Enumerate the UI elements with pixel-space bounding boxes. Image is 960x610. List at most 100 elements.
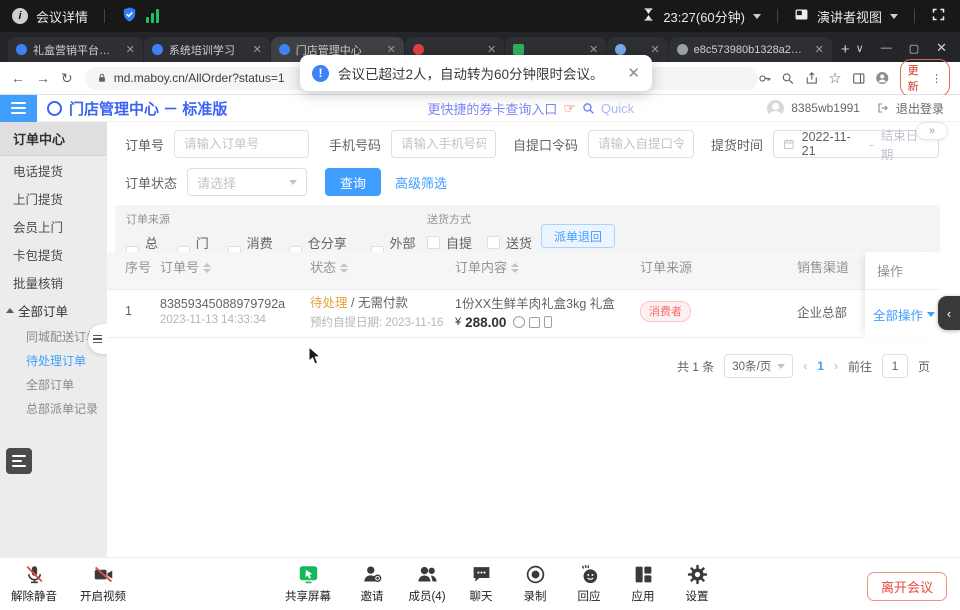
dispatch-return-button[interactable]: 派单退回 xyxy=(541,224,615,248)
sidebar-list-button[interactable] xyxy=(6,448,32,474)
reaction-icon xyxy=(579,564,600,585)
sidebar-item-door-pickup[interactable]: 上门提货 xyxy=(0,184,107,212)
phone-input[interactable] xyxy=(391,130,496,158)
sidebar-group-all-orders[interactable]: 全部订单 xyxy=(0,296,107,324)
window-maximize-icon[interactable]: ▢ xyxy=(909,42,919,55)
cell-content: 1份XX生鲜羊肉礼盒3kg 礼盒 ¥ 288.00 xyxy=(455,293,640,330)
sort-icon[interactable] xyxy=(340,263,348,273)
goto-page-input[interactable] xyxy=(882,354,908,378)
browser-tab-2[interactable]: 系统培训学习 ✕ xyxy=(144,37,270,62)
sidebar-item-card-pickup[interactable]: 卡包提货 xyxy=(0,240,107,268)
fullscreen-icon[interactable] xyxy=(931,7,946,25)
checkbox-delivery[interactable]: 送货 xyxy=(487,233,532,252)
col-status[interactable]: 状态 xyxy=(310,257,455,276)
sidebar-sub-hq-dispatch-log[interactable]: 总部派单记录 xyxy=(0,396,107,420)
col-source: 订单来源 xyxy=(640,257,797,276)
receipt-icon[interactable] xyxy=(513,316,525,328)
tab-close-icon[interactable]: ✕ xyxy=(813,43,824,56)
chevron-down-icon xyxy=(777,364,785,369)
col-channel: 销售渠道 xyxy=(797,257,865,276)
total-count: 共 1 条 xyxy=(677,358,714,375)
quick-search-icon[interactable] xyxy=(582,102,595,115)
page-size-select[interactable]: 30条/页 xyxy=(724,354,793,378)
source-badge: 消费者 xyxy=(640,301,691,322)
col-order-no[interactable]: 订单号 xyxy=(160,257,310,276)
view-mode-caret-icon[interactable] xyxy=(890,14,898,19)
sort-icon[interactable] xyxy=(203,263,211,273)
browser-update-button[interactable]: 更新 ⋮ xyxy=(900,59,950,97)
window-close-icon[interactable]: ✕ xyxy=(936,40,947,56)
date-range-picker[interactable]: 2022-11-21 - 结束日期 xyxy=(773,130,939,158)
tab-search-icon[interactable]: ∨ xyxy=(856,42,864,55)
menu-hamburger-button[interactable] xyxy=(0,95,37,122)
prev-page-icon[interactable]: ‹ xyxy=(803,359,807,373)
tab-favicon xyxy=(413,44,424,55)
forward-icon[interactable]: → xyxy=(36,70,50,86)
sidebar-sub-pending-orders[interactable]: 待处理订单 xyxy=(0,348,107,372)
coupon-query-link[interactable]: 更快捷的券卡查询入口 xyxy=(427,99,557,118)
source-filter-panel: 订单来源 总部 门店 消费者 仓分享合作 外部对接 送货方式 自提 送货 派单退… xyxy=(115,205,940,252)
order-status-select[interactable]: 请选择 xyxy=(187,168,307,196)
package-icon[interactable] xyxy=(529,317,540,328)
logout-icon[interactable] xyxy=(877,102,889,114)
view-mode-label[interactable]: 演讲者视图 xyxy=(817,7,882,26)
key-icon[interactable] xyxy=(758,71,772,86)
kebab-menu-icon[interactable]: ⋮ xyxy=(931,72,942,85)
checkbox-icon[interactable] xyxy=(427,236,440,249)
pickup-code-input[interactable] xyxy=(588,130,694,158)
app-title: 门店管理中心 － 标准版 xyxy=(69,98,227,119)
meeting-details-label[interactable]: 会议详情 xyxy=(36,7,88,26)
meeting-toolbar: 解除静音 开启视频 共享屏幕 邀请 xyxy=(0,557,960,610)
unmute-button[interactable]: 解除静音 xyxy=(2,564,66,604)
cell-pickup-note: 预约自提日期: 2023-11-16 xyxy=(310,314,455,330)
col-content[interactable]: 订单内容 xyxy=(455,257,640,276)
start-video-button[interactable]: 开启视频 xyxy=(71,564,135,604)
quick-label[interactable]: Quick xyxy=(601,101,634,116)
meeting-info-icon[interactable]: i xyxy=(12,8,28,24)
logout-label[interactable]: 退出登录 xyxy=(896,100,944,117)
filter-expand-button[interactable]: » xyxy=(916,122,948,140)
new-tab-button[interactable]: + xyxy=(841,41,850,58)
phone-icon[interactable] xyxy=(544,316,552,328)
next-page-icon[interactable]: › xyxy=(834,359,838,373)
current-page[interactable]: 1 xyxy=(817,359,824,373)
tab-close-icon[interactable]: ✕ xyxy=(648,43,659,56)
network-signal-icon xyxy=(146,9,159,23)
checkbox-icon[interactable] xyxy=(487,236,500,249)
zoom-icon[interactable] xyxy=(781,71,795,86)
tab-close-icon[interactable]: ✕ xyxy=(251,43,262,56)
toast-close-icon[interactable]: ✕ xyxy=(627,64,640,82)
table-row[interactable]: 1 83859345088979792a 2023-11-13 14:33:34… xyxy=(107,290,865,338)
advanced-filter-link[interactable]: 高级筛选 xyxy=(395,173,447,192)
browser-tab-1[interactable]: 礼盒营销平台管理中心 ✕ xyxy=(8,37,143,62)
share-icon[interactable] xyxy=(805,71,819,86)
divider xyxy=(914,9,915,23)
sidebar-item-phone-pickup[interactable]: 电话提货 xyxy=(0,156,107,184)
order-no-input[interactable] xyxy=(174,130,309,158)
side-panel-toggle[interactable]: ‹ xyxy=(938,296,960,330)
security-shield-icon[interactable] xyxy=(121,6,138,26)
checkbox-self-pickup[interactable]: 自提 xyxy=(427,233,472,252)
settings-button[interactable]: 设置 xyxy=(665,564,729,604)
sidebar-item-member-visit[interactable]: 会员上门 xyxy=(0,212,107,240)
tab-close-icon[interactable]: ✕ xyxy=(124,43,135,56)
sidebar-sub-all-orders[interactable]: 全部订单 xyxy=(0,372,107,396)
sort-icon[interactable] xyxy=(511,263,519,273)
profile-avatar-icon[interactable] xyxy=(875,70,889,86)
reload-icon[interactable]: ↻ xyxy=(61,70,73,87)
pickup-code-label: 自提口令码 xyxy=(513,135,578,154)
search-button[interactable]: 查询 xyxy=(325,168,381,196)
side-panel-icon[interactable] xyxy=(852,71,866,86)
date-start-value[interactable]: 2022-11-21 xyxy=(802,130,863,158)
apps-grid-icon xyxy=(633,564,654,585)
share-screen-button[interactable]: 共享屏幕 xyxy=(276,564,340,604)
row-action-dropdown[interactable]: 全部操作 xyxy=(865,290,940,338)
sidebar-item-batch-verify[interactable]: 批量核销 xyxy=(0,268,107,296)
leave-meeting-button[interactable]: 离开会议 xyxy=(867,572,947,601)
timer-caret-icon[interactable] xyxy=(753,14,761,19)
status-pending: 待处理 xyxy=(310,296,348,310)
window-minimize-icon[interactable]: — xyxy=(881,42,892,54)
back-icon[interactable]: ← xyxy=(11,70,25,86)
screen-share-icon xyxy=(298,564,319,585)
bookmark-star-icon[interactable]: ☆ xyxy=(828,69,841,87)
